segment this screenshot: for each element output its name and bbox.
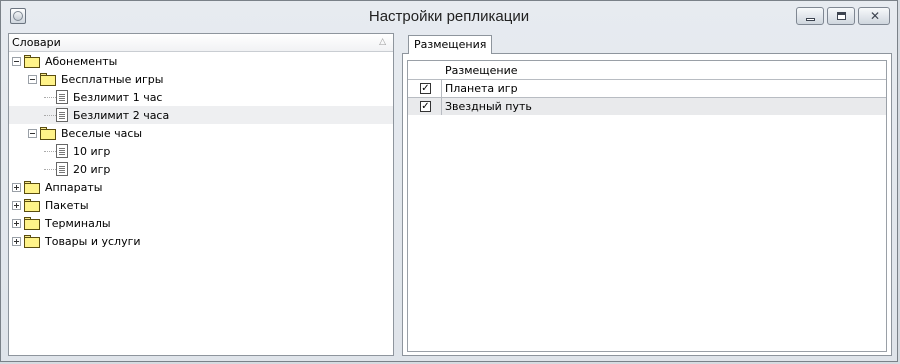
document-icon (56, 162, 68, 176)
dictionaries-tree-panel: Словари △ Абонементы Бесплатные игры Безли… (8, 33, 394, 356)
sort-ascending-icon: △ (379, 37, 386, 47)
tree-node[interactable]: 20 игр (44, 160, 110, 178)
tree-connector (44, 96, 56, 98)
expand-icon[interactable] (12, 218, 21, 228)
expand-icon[interactable] (12, 182, 21, 192)
grid-header-label: Размещение (445, 64, 518, 77)
title-bar[interactable]: Настройки репликации ✕ (1, 1, 897, 31)
tree-connector (44, 114, 56, 116)
replication-settings-window: Настройки репликации ✕ Словари △ Абонеме… (0, 0, 898, 362)
tab-content: Размещение ✓ Планета игр ✓ Звездный путь (402, 53, 892, 356)
placements-grid: Размещение ✓ Планета игр ✓ Звездный путь (407, 60, 887, 352)
tree-node[interactable]: Пакеты (12, 196, 89, 214)
checkbox-cell: ✓ (408, 80, 442, 97)
close-button[interactable]: ✕ (858, 7, 890, 25)
folder-icon (40, 126, 57, 140)
folder-icon (24, 180, 41, 194)
folder-icon (24, 216, 41, 230)
minimize-icon (806, 18, 815, 21)
tree-node-label: 10 игр (73, 144, 111, 158)
tree-column-header-label: Словари (12, 36, 61, 49)
folder-icon (24, 54, 41, 68)
document-icon (56, 90, 68, 104)
tree-node-label: Безлимит 2 часа (73, 108, 170, 122)
placement-name-cell: Звездный путь (445, 100, 532, 113)
tree-node-label: Пакеты (45, 198, 89, 212)
tree-column-header[interactable]: Словари △ (9, 34, 393, 52)
window-title: Настройки репликации (368, 8, 530, 25)
placement-name-cell: Планета игр (445, 82, 518, 95)
expand-icon[interactable] (12, 200, 21, 210)
document-icon (56, 108, 68, 122)
table-row[interactable]: ✓ Звездный путь (408, 97, 886, 115)
maximize-icon (837, 12, 846, 20)
tree-node-label: Товары и услуги (45, 234, 141, 248)
tree-node-label: 20 игр (73, 162, 111, 176)
tree-node-label: Терминалы (45, 216, 111, 230)
tree-node[interactable]: Безлимит 2 часа (9, 106, 393, 124)
folder-icon (40, 72, 57, 86)
tree-connector (44, 150, 56, 152)
tree-connector (44, 168, 56, 170)
maximize-button[interactable] (827, 7, 855, 25)
tree-node[interactable]: Аппараты (12, 178, 102, 196)
placements-panel: Размещения Размещение ✓ Планета игр ✓ Звезд… (402, 33, 892, 356)
tree-node[interactable]: Абонементы (12, 52, 117, 70)
tree-node-label: Аппараты (45, 180, 103, 194)
checkbox-cell: ✓ (408, 98, 442, 115)
row-checkbox[interactable]: ✓ (420, 101, 431, 112)
grid-header[interactable]: Размещение (408, 61, 886, 79)
tree-node[interactable]: 10 игр (44, 142, 110, 160)
tree-node[interactable]: Веселые часы (28, 124, 142, 142)
tree-node[interactable]: Товары и услуги (12, 232, 141, 250)
tab-placements[interactable]: Размещения (408, 35, 493, 54)
tree-node[interactable]: Терминалы (12, 214, 111, 232)
close-icon: ✕ (870, 9, 881, 23)
collapse-icon[interactable] (28, 74, 37, 84)
tree-node[interactable]: Безлимит 1 час (44, 88, 162, 106)
row-checkbox[interactable]: ✓ (420, 83, 431, 94)
tree-node[interactable]: Бесплатные игры (28, 70, 163, 88)
tree-node-label: Безлимит 1 час (73, 90, 163, 104)
collapse-icon[interactable] (28, 128, 37, 138)
collapse-icon[interactable] (12, 56, 21, 66)
folder-icon (24, 234, 41, 248)
tree-node-label: Абонементы (45, 54, 118, 68)
tree-node-label: Веселые часы (61, 126, 143, 140)
tree-node-label: Бесплатные игры (61, 72, 164, 86)
table-row[interactable]: ✓ Планета игр (408, 79, 886, 97)
document-icon (56, 144, 68, 158)
expand-icon[interactable] (12, 236, 21, 246)
minimize-button[interactable] (796, 7, 824, 25)
folder-icon (24, 198, 41, 212)
